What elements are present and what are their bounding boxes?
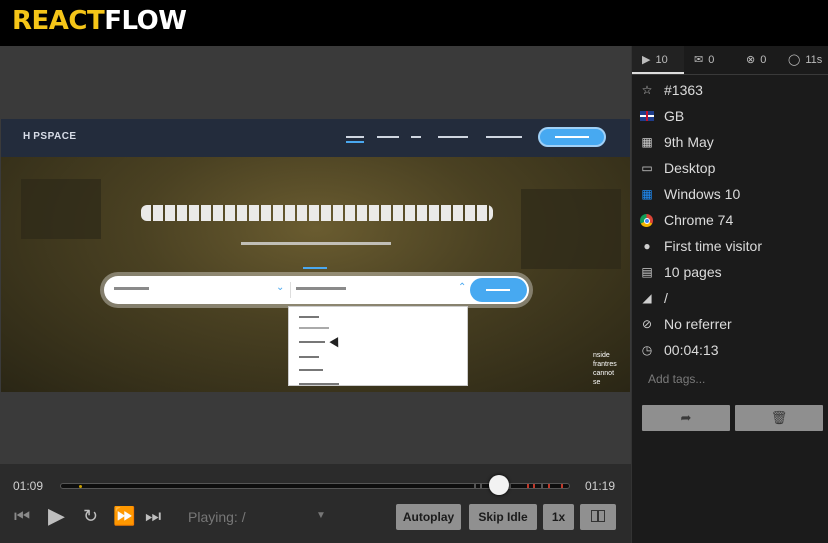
windows-icon: ▦	[641, 187, 653, 201]
embedded-side-text: nside frantres cannot se	[593, 352, 617, 386]
background-shelf	[521, 189, 621, 269]
error-icon: ⊗	[746, 54, 756, 66]
timeline-event-marker[interactable]	[480, 484, 482, 488]
embedded-site-logo: H PSPACE	[23, 131, 77, 142]
playing-page-select[interactable]: Playing: /	[188, 509, 246, 525]
skip-to-start-icon[interactable]: ⏮	[14, 506, 30, 527]
embedded-nav-link	[486, 136, 522, 138]
list-item	[299, 316, 319, 318]
embedded-nav-active-indicator	[346, 141, 364, 143]
detail-os: ▦ Windows 10	[641, 186, 741, 202]
comment-icon: ✉	[694, 54, 704, 66]
tab-comments[interactable]: ✉ 0	[694, 46, 714, 74]
speedometer-icon: ◯	[788, 54, 801, 66]
app-logo[interactable]: REACTFLOW	[12, 6, 187, 36]
timeline-error-marker[interactable]	[533, 484, 535, 488]
detail-session-id: ☆ #1363	[641, 82, 703, 98]
trash-icon: 🗑	[770, 410, 788, 425]
layout-icon	[591, 510, 605, 522]
timeline-error-marker[interactable]	[527, 484, 529, 488]
embedded-search-bar: ⌄ ⌃	[104, 276, 529, 304]
divider	[290, 282, 291, 298]
timeline-scrubber-handle[interactable]	[488, 475, 509, 495]
list-item	[299, 356, 319, 358]
top-bar: REACTFLOW	[0, 0, 828, 46]
toggle-layout-button[interactable]	[580, 504, 616, 530]
fast-forward-icon[interactable]: ⏩	[113, 506, 135, 527]
detail-landing-page: ◢ /	[632, 286, 828, 312]
skip-idle-button[interactable]: Skip Idle	[469, 504, 537, 530]
player-controls: 01:09 01:19 ⏮ ▶ ↻ ⏩ ⏭ Playing: / ▼ Autop…	[0, 464, 631, 543]
list-item	[299, 327, 329, 329]
detail-duration: ◷ 00:04:13	[641, 342, 719, 358]
clock-icon: ◷	[641, 343, 653, 357]
timeline-event-marker[interactable]	[79, 485, 82, 488]
chevron-down-icon[interactable]: ▼	[316, 510, 326, 521]
calendar-icon: ▦	[641, 135, 653, 149]
tab-videos[interactable]: ▶ 10	[632, 46, 684, 74]
embedded-search-field	[296, 287, 346, 290]
embedded-dropdown	[288, 306, 468, 386]
share-button[interactable]: ➦	[642, 405, 730, 431]
embedded-search-button	[470, 278, 527, 302]
detail-page-count: ▤ 10 pages	[641, 264, 722, 280]
skip-to-end-icon[interactable]: ⏭	[145, 506, 161, 527]
file-icon: ▤	[641, 265, 653, 279]
detail-visitor-type: ● First time visitor	[632, 234, 828, 260]
timeline-error-marker[interactable]	[548, 484, 550, 488]
tab-performance[interactable]: ◯ 11s	[788, 46, 822, 74]
video-camera-icon: ▶	[642, 54, 651, 66]
background-shelf	[21, 179, 101, 239]
timeline-error-marker[interactable]	[561, 484, 563, 488]
embedded-subheadline	[241, 242, 391, 245]
monitor-icon: ▭	[641, 161, 653, 175]
share-icon: ➦	[680, 410, 692, 425]
timeline-event-marker[interactable]	[509, 484, 511, 488]
current-time: 01:09	[13, 479, 44, 493]
panel-tabs: ▶ 10 ✉ 0 ⊗ 0 ◯ 11s	[632, 46, 828, 75]
user-icon: ●	[643, 239, 651, 253]
star-icon: ☆	[641, 83, 653, 97]
embedded-nav-link	[377, 136, 399, 138]
detail-date: ▦ 9th May	[641, 134, 714, 150]
session-replay-frame[interactable]: H PSPACE ⌄ ⌃ nside frantres cannot se	[1, 119, 630, 392]
tab-errors[interactable]: ⊗ 0	[746, 46, 766, 74]
play-icon[interactable]: ▶	[48, 503, 65, 529]
embedded-headline	[141, 205, 493, 221]
playback-speed-button[interactable]: 1x	[543, 504, 574, 530]
embedded-divider	[303, 267, 327, 269]
ban-icon: ⊘	[641, 317, 653, 331]
detail-device: ▭ Desktop	[641, 160, 716, 176]
embedded-site-nav: H PSPACE	[1, 119, 630, 157]
embedded-nav-link	[411, 136, 421, 138]
embedded-nav-link	[346, 136, 364, 138]
session-details-panel: ▶ 10 ✉ 0 ⊗ 0 ◯ 11s ☆ #1363 GB ▦ 9th May ▭ De…	[631, 46, 828, 543]
image-icon: ◢	[642, 291, 652, 305]
embedded-nav-link	[438, 136, 468, 138]
flag-gb-icon	[640, 111, 654, 121]
detail-referrer: ⊘ No referrer	[641, 316, 732, 332]
timeline-event-marker[interactable]	[474, 484, 476, 488]
chrome-icon	[640, 214, 653, 227]
chevron-down-icon: ⌄	[276, 282, 285, 293]
detail-country: GB	[632, 104, 828, 130]
add-tags-input[interactable]: Add tags...	[648, 372, 705, 386]
embedded-nav-cta-button	[538, 127, 606, 147]
total-time: 01:19	[585, 479, 616, 493]
timeline-event-marker[interactable]	[541, 484, 543, 488]
replay-icon[interactable]: ↻	[83, 506, 98, 527]
embedded-search-field	[114, 287, 149, 290]
replay-stage: H PSPACE ⌄ ⌃ nside frantres cannot se	[0, 46, 631, 464]
chevron-up-icon: ⌃	[458, 282, 467, 293]
list-item	[299, 369, 323, 371]
detail-browser: Chrome 74	[632, 208, 828, 234]
list-item	[299, 383, 339, 385]
autoplay-button[interactable]: Autoplay	[396, 504, 461, 530]
delete-button[interactable]: 🗑	[735, 405, 823, 431]
list-item	[299, 341, 325, 343]
